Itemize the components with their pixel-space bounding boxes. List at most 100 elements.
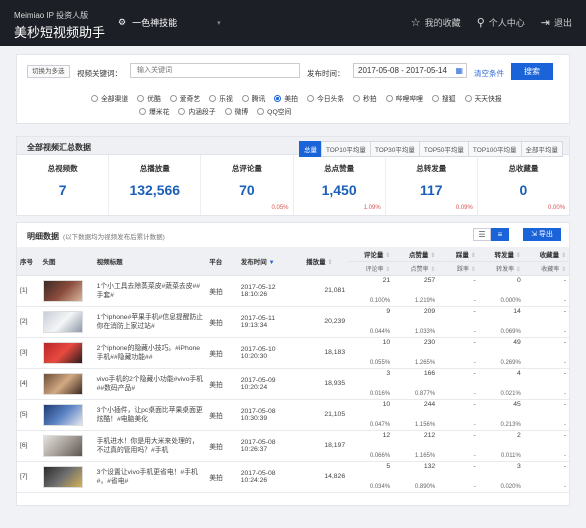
row-date: 2017-05-11 xyxy=(240,314,276,322)
row-title[interactable]: vivo手机的2个隐藏小功能#vivo手机##数码产品# xyxy=(93,368,207,400)
clear-filters-link[interactable]: 清空条件 xyxy=(474,68,504,79)
row-title[interactable]: 3个小插件，让pc桌面比苹果桌面更炫酷！#电脑美化 xyxy=(93,399,207,431)
radio-miaopai[interactable]: 秒拍 xyxy=(353,93,377,103)
sort-icon: ⇕ xyxy=(470,252,476,259)
row-title[interactable]: 1个iphone#苹果手机#信息提醒防止你在消防上家过站# xyxy=(93,306,207,338)
nav-profile[interactable]: ⚲ 个人中心 xyxy=(477,16,525,29)
radio-bilibili[interactable]: 哔哩哔哩 xyxy=(385,93,423,103)
col-publish-time[interactable]: 发布时间 ▼ xyxy=(237,247,304,276)
video-thumbnail[interactable] xyxy=(42,434,83,457)
col-favorite-rate[interactable]: 收藏率 ⇕ xyxy=(523,261,569,276)
row-likes: 230 1.265% xyxy=(393,337,439,369)
details-title: 明细数据 (以下数据均为视频发布后累计数据) xyxy=(27,231,165,242)
video-thumbnail[interactable] xyxy=(42,279,83,302)
sort-icon: ⇕ xyxy=(470,266,476,273)
like-rate-value: 1.219% xyxy=(414,298,436,304)
col-shares[interactable]: 转发量 ⇕ xyxy=(478,247,524,262)
table-row[interactable]: [7] 3个设置让vivo手机更省电！#手机#，#省电# 美拍 2017-05-… xyxy=(17,461,569,493)
search-button[interactable]: 搜索 xyxy=(511,63,553,80)
radio-label: 优酷 xyxy=(147,96,161,103)
col-dislikes[interactable]: 踩量 ⇕ xyxy=(438,247,479,262)
table-row[interactable]: [1] 1个小工具去除蒸菜皮#蔬菜去皮##手套# 美拍 2017-05-12 18… xyxy=(17,275,569,307)
row-index: [2] xyxy=(17,306,40,338)
row-publish-time: 2017-05-08 10:24:26 xyxy=(237,461,304,493)
view-toggle: ☰ ≡ xyxy=(473,228,509,241)
details-note: (以下数据均为视频发布后累计数据) xyxy=(63,234,165,241)
radio-tencent[interactable]: 腾讯 xyxy=(241,93,265,103)
radio-all-channels[interactable]: 全部渠道 xyxy=(91,93,128,103)
skill-selector[interactable]: ⚙ 一色神技能 ▾ xyxy=(118,16,221,29)
skill-label: 一色神技能 xyxy=(132,18,178,28)
radio-baomihua[interactable]: 爆米花 xyxy=(139,106,169,116)
video-thumbnail[interactable] xyxy=(42,341,83,364)
video-thumbnail[interactable] xyxy=(42,310,83,333)
shares-value: 3 xyxy=(517,463,521,470)
sort-icon: ⇕ xyxy=(515,266,521,273)
radio-qzone[interactable]: QQ空间 xyxy=(257,106,291,116)
row-title[interactable]: 1个小工具去除蒸菜皮#蔬菜去皮##手套# xyxy=(93,275,207,307)
radio-meipai[interactable]: 美拍 xyxy=(274,93,298,103)
table-row[interactable]: [2] 1个iphone#苹果手机#信息提醒防止你在消防上家过站# 美拍 201… xyxy=(17,306,569,338)
table-row[interactable]: [3] 2个iphone的隐藏小技巧。#iPhone手机##隐藏功能## 美拍 … xyxy=(17,337,569,369)
col-like-rate[interactable]: 点赞率 ⇕ xyxy=(393,261,439,276)
details-title-text: 明细数据 xyxy=(27,232,59,241)
stat-label: 总转发量 xyxy=(416,164,447,173)
table-row[interactable]: [5] 3个小插件，让pc桌面比苹果桌面更炫酷！#电脑美化 美拍 2017-05… xyxy=(17,399,569,431)
row-cover[interactable] xyxy=(39,368,94,400)
brand[interactable]: Meimiao IP 投资人版 美秒短视频助手 xyxy=(14,10,105,41)
row-cover[interactable] xyxy=(39,275,94,307)
dislike-rate-value: - xyxy=(473,329,476,335)
share-rate-value: 0.021% xyxy=(500,391,521,397)
row-title[interactable]: 手机进水！你是用大米来处理的，不过真的管用吗？#手机 xyxy=(93,430,207,462)
keyword-input[interactable] xyxy=(130,63,300,78)
comment-rate-value: 0.047% xyxy=(369,422,391,428)
nav-profile-label: 个人中心 xyxy=(488,18,525,28)
radio-iqiyi[interactable]: 爱奇艺 xyxy=(169,93,201,103)
row-title[interactable]: 3个设置让vivo手机更省电！#手机#，#省电# xyxy=(93,461,207,493)
stat-total-favorites: 总收藏量 0 0.00% xyxy=(478,155,569,215)
video-thumbnail[interactable] xyxy=(42,465,83,488)
grid-view-button[interactable]: ☰ xyxy=(473,228,491,241)
radio-youku[interactable]: 优酷 xyxy=(137,93,161,103)
row-dislikes: -- xyxy=(438,368,479,400)
col-comment-rate[interactable]: 评论率 ⇕ xyxy=(348,261,394,276)
radio-label: 爱奇艺 xyxy=(179,96,201,103)
row-title[interactable]: 2个iphone的隐藏小技巧。#iPhone手机##隐藏功能## xyxy=(93,337,207,369)
row-cover[interactable] xyxy=(39,461,94,493)
summary-panel: 全部视频汇总数据 总量 TOP10平均量 TOP30平均量 TOP50平均量 T… xyxy=(16,136,570,216)
row-favorites: -- xyxy=(523,337,569,369)
table-row[interactable]: [4] vivo手机的2个隐藏小功能#vivo手机##数码产品# 美拍 2017… xyxy=(17,368,569,400)
row-index: [4] xyxy=(17,368,40,400)
col-comments[interactable]: 评论量 ⇕ xyxy=(348,247,394,262)
col-likes[interactable]: 点赞量 ⇕ xyxy=(393,247,439,262)
radio-neihan[interactable]: 内涵段子 xyxy=(178,106,216,116)
radio-sohu[interactable]: 搜狐 xyxy=(431,93,456,103)
video-thumbnail[interactable] xyxy=(42,403,83,426)
dislike-rate-value: - xyxy=(473,391,476,397)
table-row[interactable]: [6] 手机进水！你是用大米来处理的，不过真的管用吗？#手机 美拍 2017-0… xyxy=(17,430,569,462)
row-favorites: -- xyxy=(523,430,569,462)
export-button[interactable]: ⇲ 导出 xyxy=(523,228,561,241)
nav-favorites[interactable]: ☆ 我的收藏 xyxy=(411,16,461,29)
col-favorites[interactable]: 收藏量 ⇕ xyxy=(523,247,569,262)
sort-icon: ⇕ xyxy=(385,266,391,273)
row-dislikes: -- xyxy=(438,430,479,462)
row-time: 10:26:37 xyxy=(240,445,268,453)
col-dislike-rate[interactable]: 踩率 ⇕ xyxy=(438,261,479,276)
nav-logout[interactable]: ⇥ 退出 xyxy=(541,16,572,29)
multi-select-toggle-button[interactable]: 切换为多选 xyxy=(27,65,70,78)
radio-weibo[interactable]: 微博 xyxy=(224,106,248,116)
radio-kuaibao[interactable]: 天天快报 xyxy=(464,93,502,103)
row-cover[interactable] xyxy=(39,306,94,338)
video-thumbnail[interactable] xyxy=(42,372,83,395)
row-cover[interactable] xyxy=(39,430,94,462)
likes-value: 209 xyxy=(423,308,436,315)
row-cover[interactable] xyxy=(39,337,94,369)
list-view-button[interactable]: ≡ xyxy=(491,228,509,241)
radio-letv[interactable]: 乐视 xyxy=(209,93,233,103)
row-cover[interactable] xyxy=(39,399,94,431)
radio-toutiao[interactable]: 今日头条 xyxy=(306,93,344,103)
col-share-rate[interactable]: 转发率 ⇕ xyxy=(478,261,524,276)
col-plays[interactable]: 播放量 ⇕ xyxy=(303,247,349,276)
date-range-input[interactable]: 2017-05-08 - 2017-05-14 ▦ xyxy=(353,63,467,78)
